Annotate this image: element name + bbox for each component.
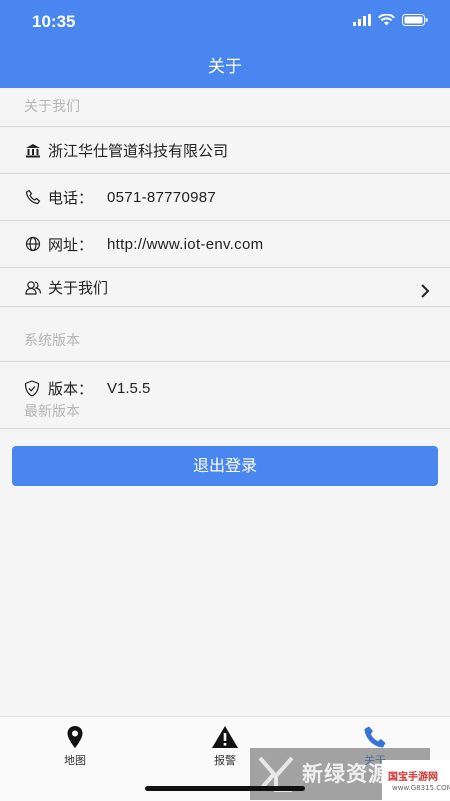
about-us-label: 关于我们 bbox=[48, 278, 109, 297]
bank-icon bbox=[24, 141, 42, 159]
phone-label: 电话： bbox=[48, 188, 94, 207]
version-value: V1.5.5 bbox=[107, 380, 151, 397]
latest-version-text: 最新版本 bbox=[24, 404, 80, 420]
wifi-icon bbox=[378, 14, 395, 26]
status-time: 10:35 bbox=[32, 12, 76, 31]
signal-icon bbox=[353, 14, 371, 26]
watermark-badge: 国宝手游网 www.G8315.COM bbox=[382, 760, 450, 800]
about-us-link[interactable]: 关于我们 bbox=[0, 268, 450, 307]
watermark-text-2: 国宝手游网 bbox=[388, 772, 438, 783]
about-section-header: 关于我们 bbox=[0, 88, 450, 127]
battery-icon bbox=[402, 14, 428, 26]
chevron-right-icon bbox=[420, 280, 430, 304]
users-icon bbox=[24, 278, 42, 296]
logout-button[interactable]: 退出登录 bbox=[12, 446, 438, 486]
website-label: 网址： bbox=[48, 235, 94, 254]
warning-icon bbox=[150, 725, 300, 749]
phone-icon bbox=[300, 725, 450, 749]
about-content: 关于我们 浙江华仕管道科技有限公司 电话： 0571-87770987 网址： … bbox=[0, 88, 450, 429]
phone-value[interactable]: 0571-87770987 bbox=[107, 189, 216, 206]
shield-check-icon bbox=[24, 379, 42, 398]
tab-map-label: 地图 bbox=[64, 754, 86, 767]
watermark-url: www.G8315.COM bbox=[392, 784, 450, 792]
company-row: 浙江华仕管道科技有限公司 bbox=[0, 127, 450, 174]
phone-row[interactable]: 电话： 0571-87770987 bbox=[0, 174, 450, 221]
website-row[interactable]: 网址： http://www.iot-env.com bbox=[0, 221, 450, 268]
status-bar: 10:35 bbox=[0, 0, 450, 44]
version-label: 版本： bbox=[48, 380, 94, 398]
tab-map[interactable]: 地图 bbox=[0, 725, 150, 768]
map-pin-icon bbox=[0, 725, 150, 749]
company-name: 浙江华仕管道科技有限公司 bbox=[48, 141, 229, 160]
globe-icon bbox=[24, 235, 42, 253]
version-row: 版本： V1.5.5 最新版本 bbox=[0, 362, 450, 429]
phone-icon bbox=[24, 188, 42, 206]
app-header: 10:35 关于 bbox=[0, 0, 450, 88]
home-indicator bbox=[145, 786, 305, 791]
page-title: 关于 bbox=[208, 57, 242, 77]
system-icons bbox=[353, 14, 428, 26]
website-value[interactable]: http://www.iot-env.com bbox=[107, 236, 263, 253]
version-section-header: 系统版本 bbox=[0, 307, 450, 362]
